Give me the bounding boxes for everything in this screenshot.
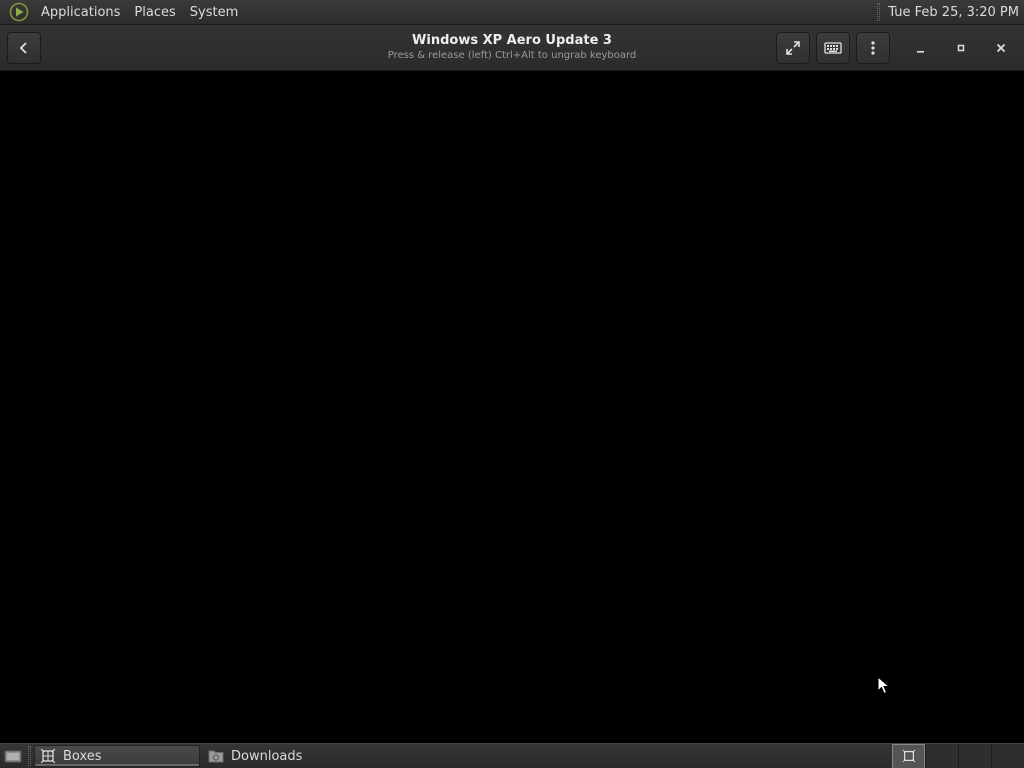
keyboard-button[interactable] — [816, 32, 850, 64]
show-desktop-icon — [4, 750, 22, 763]
clock[interactable]: Tue Feb 25, 3:20 PM — [888, 5, 1024, 20]
folder-icon — [207, 748, 225, 764]
menu-system[interactable]: System — [183, 0, 245, 25]
menu-applications[interactable]: Applications — [34, 0, 127, 25]
distro-logo-icon[interactable] — [8, 1, 30, 23]
mouse-cursor-icon — [877, 676, 891, 695]
show-desktop-button[interactable] — [0, 744, 26, 768]
bottom-panel: Boxes Downloads — [0, 743, 1024, 768]
minimize-icon — [917, 51, 924, 53]
top-panel: Applications Places System Tue Feb 25, 3… — [0, 0, 1024, 25]
maximize-button[interactable] — [947, 34, 975, 62]
fullscreen-icon — [786, 41, 800, 55]
window-subtitle: Press & release (left) Ctrl+Alt to ungra… — [387, 50, 637, 61]
taskbar-item-label: Downloads — [231, 748, 303, 764]
boxes-icon — [39, 748, 57, 764]
title-block: Windows XP Aero Update 3 Press & release… — [300, 32, 724, 62]
workspace-1[interactable] — [892, 743, 925, 768]
boxes-icon — [902, 749, 915, 763]
maximize-icon — [957, 44, 965, 52]
menu-icon — [871, 41, 875, 55]
menu-places[interactable]: Places — [127, 0, 182, 25]
panel-separator — [877, 3, 881, 21]
taskbar-item-boxes[interactable]: Boxes — [34, 745, 200, 767]
workspace-2[interactable] — [925, 743, 958, 768]
workspace-4[interactable] — [991, 743, 1024, 768]
close-button[interactable] — [987, 34, 1015, 62]
boxes-headerbar: Windows XP Aero Update 3 Press & release… — [0, 25, 1024, 71]
workspace-3[interactable] — [958, 743, 991, 768]
keyboard-icon — [824, 42, 842, 54]
taskbar-item-downloads[interactable]: Downloads — [203, 745, 369, 767]
menu-button[interactable] — [856, 32, 890, 64]
vm-display[interactable] — [0, 72, 1024, 743]
workspace-switcher — [892, 743, 1024, 768]
taskbar-separator — [28, 746, 31, 766]
back-button[interactable] — [7, 32, 41, 64]
fullscreen-button[interactable] — [776, 32, 810, 64]
window-title: Windows XP Aero Update 3 — [412, 33, 612, 48]
close-icon — [996, 43, 1006, 53]
minimize-button[interactable] — [907, 34, 935, 62]
back-icon — [19, 42, 27, 54]
taskbar-item-label: Boxes — [63, 748, 102, 764]
